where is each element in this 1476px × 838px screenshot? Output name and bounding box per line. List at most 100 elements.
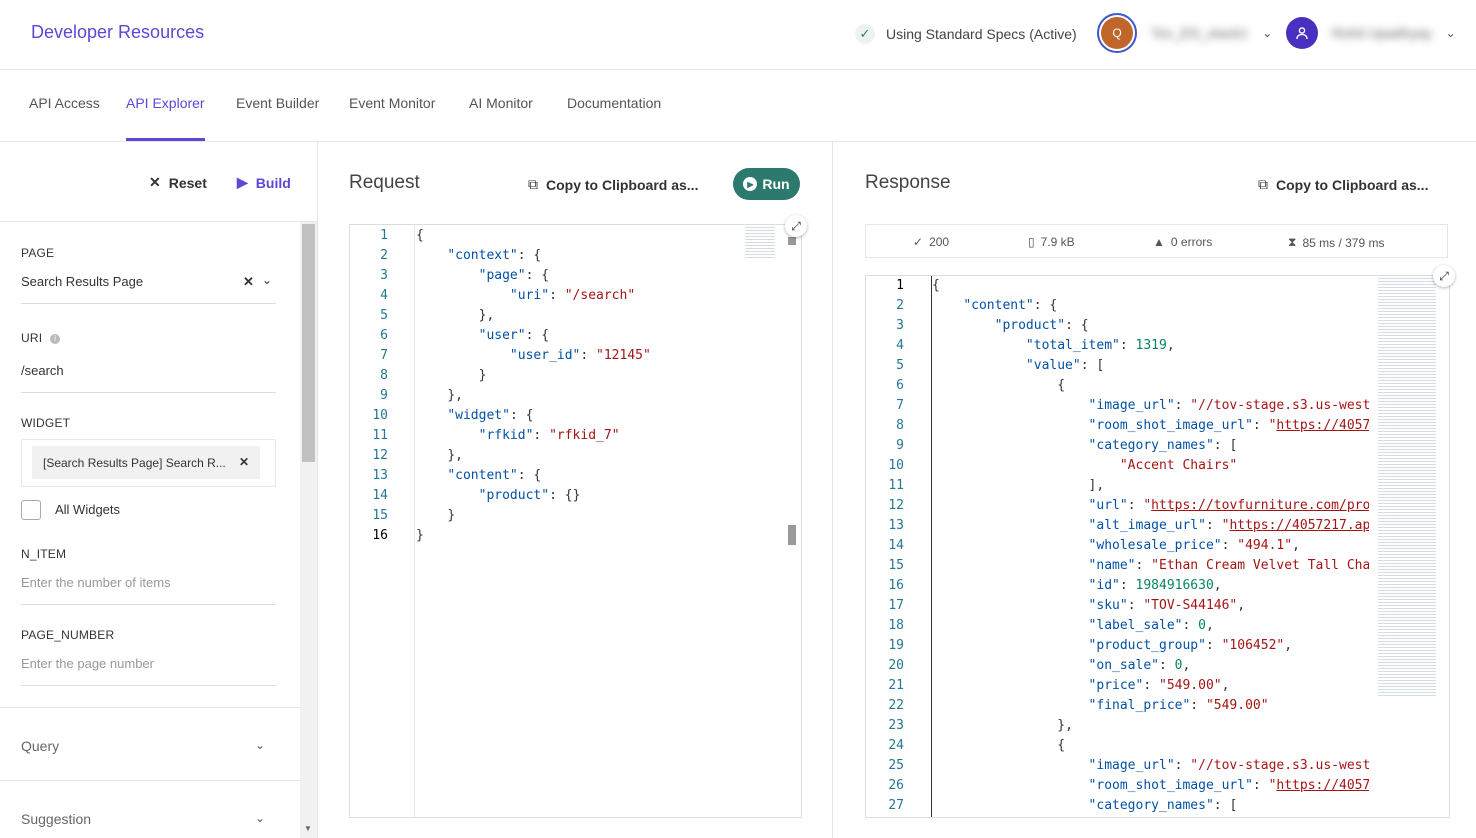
page-select[interactable]: Search Results Page ✕ ⌄ bbox=[21, 273, 276, 304]
response-line-number: 20 bbox=[888, 658, 904, 673]
response-editor[interactable]: 1 2 3 4 5 6 7 8 9 10 11 12 13 14 15 16 17 18 19 20 21 22 23 24 2… bbox=[865, 275, 1450, 818]
tab-event-builder[interactable]: Event Builder bbox=[236, 95, 319, 141]
response-code-line: "id": 1984916630, bbox=[1088, 578, 1222, 593]
response-line-number: 16 bbox=[888, 578, 904, 593]
brand-title[interactable]: Developer Resources bbox=[31, 22, 204, 43]
request-line-number: 16 bbox=[372, 528, 388, 543]
chevron-down-icon[interactable]: ⌄ bbox=[1262, 26, 1272, 40]
hourglass-icon: ⧗ bbox=[1288, 235, 1297, 249]
response-line-number: 22 bbox=[888, 698, 904, 713]
request-code-line: "rfkid": "rfkid_7" bbox=[478, 428, 620, 443]
account-switcher[interactable]: Q Tov_ED_stack1 ⌄ bbox=[1097, 13, 1272, 53]
scroll-down-arrow-icon[interactable]: ▼ bbox=[304, 824, 312, 833]
response-code-line: "category_names": [ bbox=[1088, 798, 1238, 813]
response-minimap[interactable] bbox=[1378, 278, 1436, 698]
tab-event-monitor[interactable]: Event Monitor bbox=[349, 95, 435, 141]
response-copy-button[interactable]: ⧉ Copy to Clipboard as... bbox=[1258, 176, 1428, 193]
response-line-number: 18 bbox=[888, 618, 904, 633]
remove-chip-icon[interactable]: ✕ bbox=[239, 455, 249, 469]
request-copy-button[interactable]: ⧉ Copy to Clipboard as... bbox=[528, 176, 698, 193]
request-line-number: 7 bbox=[380, 348, 388, 363]
response-line-number: 3 bbox=[896, 318, 904, 333]
chevron-down-icon: ⌄ bbox=[255, 811, 266, 825]
request-line-number: 4 bbox=[380, 288, 388, 303]
request-code-line: { bbox=[416, 228, 424, 243]
run-button[interactable]: ▶ Run bbox=[733, 168, 800, 200]
build-button[interactable]: ▶ Build bbox=[237, 174, 291, 191]
request-panel: Request ⧉ Copy to Clipboard as... ▶ Run … bbox=[318, 142, 833, 838]
expand-icon[interactable]: ⤢ bbox=[1433, 265, 1455, 287]
widget-chip[interactable]: [Search Results Page] Search R... ✕ bbox=[32, 446, 260, 479]
expand-icon[interactable]: ⤢ bbox=[785, 215, 807, 237]
tab-ai-monitor[interactable]: AI Monitor bbox=[469, 95, 533, 141]
request-editor[interactable]: 1 2 3 4 5 6 7 8 9 10 11 12 13 14 15 16 { "context": { "… bbox=[349, 224, 802, 818]
request-line-number: 3 bbox=[380, 268, 388, 283]
response-line-number: 1 bbox=[896, 278, 904, 293]
tab-api-explorer[interactable]: API Explorer bbox=[126, 95, 205, 141]
play-icon: ▶ bbox=[743, 177, 758, 191]
response-line-number: 21 bbox=[888, 678, 904, 693]
response-line-number: 9 bbox=[896, 438, 904, 453]
response-code-line: { bbox=[1057, 378, 1066, 393]
request-minimap[interactable] bbox=[745, 227, 775, 259]
response-stats: ✓ 200 ▯ 7.9 kB ▲ 0 errors ⧗ 85 ms / 379 ms bbox=[865, 224, 1448, 258]
request-line-number: 13 bbox=[372, 468, 388, 483]
user-menu[interactable]: Rohit Upadhyay ⌄ bbox=[1286, 17, 1456, 49]
request-line-number: 10 bbox=[372, 408, 388, 423]
request-code-line: "page": { bbox=[478, 268, 550, 283]
account-avatar: Q bbox=[1097, 13, 1137, 53]
size-stat: ▯ 7.9 kB bbox=[1028, 235, 1075, 249]
response-code-line: { bbox=[932, 278, 940, 293]
all-widgets-checkbox[interactable] bbox=[21, 500, 41, 520]
response-line-number: 15 bbox=[888, 558, 904, 573]
request-code-line: }, bbox=[447, 448, 463, 463]
check-icon: ✓ bbox=[913, 235, 924, 249]
widget-select[interactable]: [Search Results Page] Search R... ✕ bbox=[21, 439, 276, 487]
main-tabs: API Access API Explorer Event Builder Ev… bbox=[0, 70, 1476, 142]
reset-button[interactable]: ✕ Reset bbox=[149, 174, 207, 191]
request-line-number: 12 bbox=[372, 448, 388, 463]
n-item-input[interactable]: Enter the number of items bbox=[21, 575, 276, 605]
response-code-line: "value": [ bbox=[1025, 358, 1105, 373]
response-code-line: "name": "Ethan Cream Velvet Tall Chai bbox=[1088, 558, 1370, 573]
response-line-number: 27 bbox=[888, 798, 904, 813]
response-code-line: "content": { bbox=[963, 298, 1058, 313]
tab-api-access[interactable]: API Access bbox=[29, 95, 100, 141]
request-code-line: "context": { bbox=[447, 248, 542, 263]
chevron-down-icon[interactable]: ⌄ bbox=[1446, 26, 1456, 40]
response-line-number: 6 bbox=[896, 378, 904, 393]
request-code-line: } bbox=[416, 528, 424, 543]
section-suggestion[interactable]: Suggestion ⌄ bbox=[0, 780, 300, 838]
sidebar-scroll-thumb[interactable] bbox=[302, 224, 315, 462]
request-scroll-thumb[interactable] bbox=[788, 525, 796, 545]
response-line-number: 25 bbox=[888, 758, 904, 773]
request-code-line: "widget": { bbox=[447, 408, 534, 423]
copy-icon: ⧉ bbox=[528, 176, 538, 192]
response-line-number: 5 bbox=[896, 358, 904, 373]
all-widgets-label: All Widgets bbox=[55, 502, 121, 517]
request-title: Request bbox=[349, 172, 420, 193]
tab-documentation[interactable]: Documentation bbox=[567, 95, 661, 141]
chevron-down-icon[interactable]: ⌄ bbox=[262, 273, 272, 287]
section-query[interactable]: Query ⌄ bbox=[0, 707, 300, 780]
account-name: Tov_ED_stack1 bbox=[1151, 25, 1249, 41]
response-code-line: "on_sale": 0, bbox=[1088, 658, 1191, 673]
response-code-line: }, bbox=[1057, 718, 1073, 733]
response-code-line: "room_shot_image_url": "https://40572 bbox=[1088, 418, 1370, 433]
close-icon: ✕ bbox=[149, 174, 161, 190]
info-icon[interactable]: i bbox=[50, 333, 61, 344]
request-code-line: "uri": "/search" bbox=[509, 288, 636, 303]
page-number-input[interactable]: Enter the page number bbox=[21, 656, 276, 686]
clear-icon[interactable]: ✕ bbox=[243, 274, 254, 290]
response-title: Response bbox=[865, 172, 951, 193]
request-line-number: 6 bbox=[380, 328, 388, 343]
uri-input[interactable]: /search bbox=[21, 363, 276, 393]
spec-status-label: Using Standard Specs (Active) bbox=[886, 26, 1077, 42]
status-stat: ✓ 200 bbox=[913, 235, 950, 249]
sidebar-actions: ✕ Reset ▶ Build bbox=[0, 142, 317, 222]
request-code-line: "product": {} bbox=[478, 488, 581, 503]
check-icon: ✓ bbox=[855, 24, 875, 44]
response-line-number: 13 bbox=[888, 518, 904, 533]
response-code-line: "category_names": [ bbox=[1088, 438, 1238, 453]
spec-status[interactable]: ✓ Using Standard Specs (Active) bbox=[855, 24, 1077, 44]
